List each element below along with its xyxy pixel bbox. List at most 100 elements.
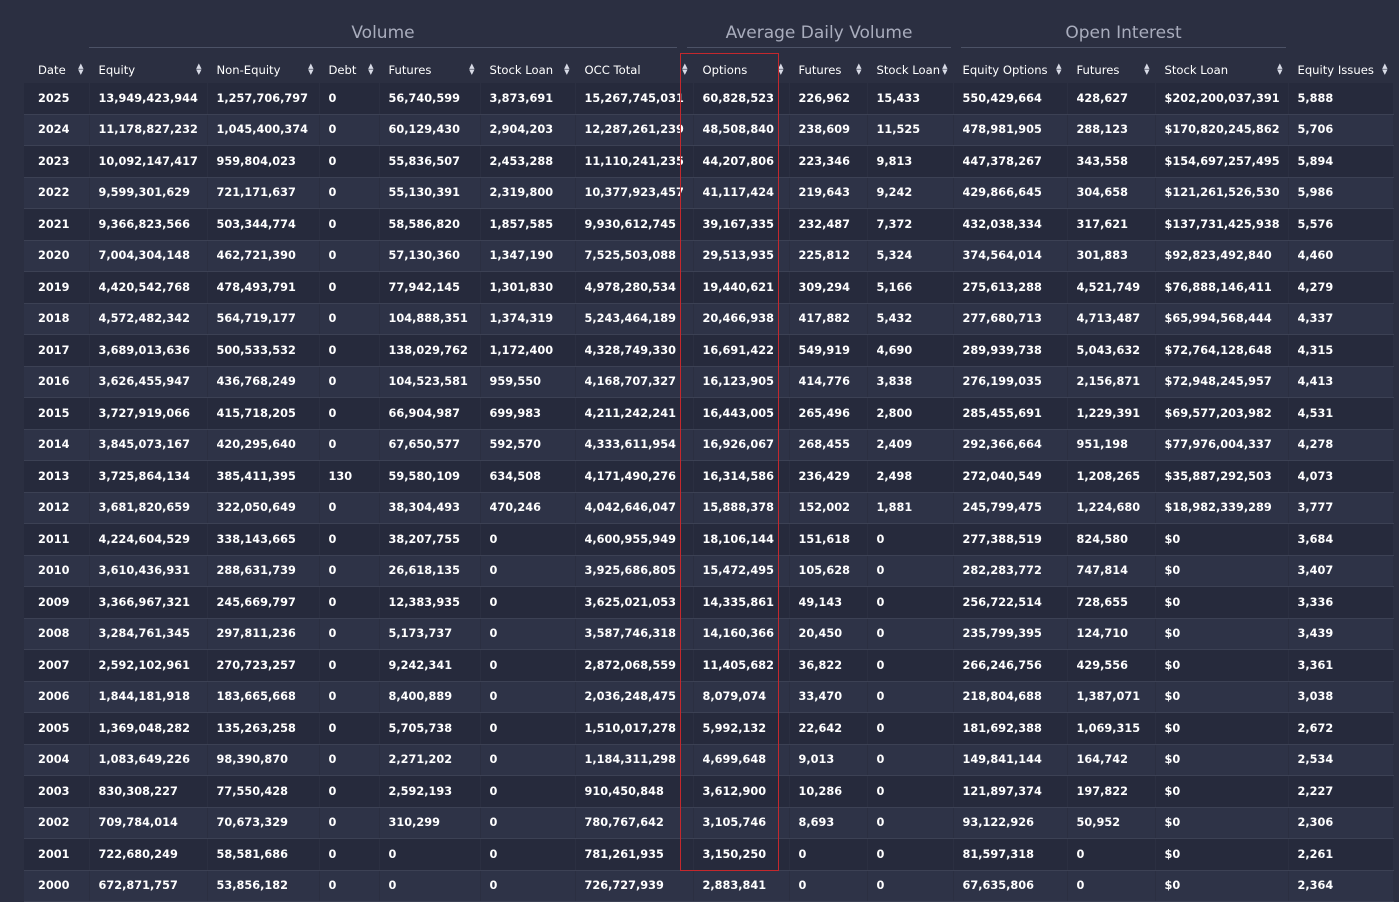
header-oi-stock-loan[interactable]: Stock Loan ▲ ▼ — [1155, 56, 1289, 83]
header-oi-equity-options[interactable]: Equity Options ▲ ▼ — [953, 56, 1068, 83]
cell-stock-loan: 0 — [480, 775, 576, 808]
cell-adv-stock-loan: 4,690 — [867, 334, 954, 367]
cell-non-equity: 135,263,258 — [207, 712, 320, 745]
cell-non-equity: 98,390,870 — [207, 744, 320, 776]
header-stock-loan[interactable]: Stock Loan ▲ ▼ — [480, 56, 576, 83]
cell-futures: 0 — [379, 838, 481, 871]
sort-icon[interactable]: ▲ ▼ — [942, 63, 947, 76]
cell-oi-stock-loan: $77,976,004,337 — [1155, 429, 1289, 461]
cell-non-equity: 183,665,668 — [207, 681, 320, 713]
header-futures[interactable]: Futures ▲ ▼ — [379, 56, 481, 83]
cell-occ-total: 726,727,939 — [575, 870, 694, 902]
cell-equity-issues: 3,439 — [1288, 618, 1394, 650]
cell-occ-total: 780,767,642 — [575, 807, 694, 839]
cell-futures: 2,592,193 — [379, 775, 481, 808]
cell-stock-loan: 959,550 — [480, 366, 576, 398]
cell-adv-futures: 268,455 — [789, 429, 868, 461]
cell-oi-futures: 124,710 — [1067, 618, 1156, 650]
cell-debt: 0 — [319, 523, 380, 556]
cell-equity: 3,610,436,931 — [89, 555, 208, 587]
sort-icon[interactable]: ▲ ▼ — [1144, 63, 1149, 76]
group-title-average-daily-volume: Average Daily Volume — [687, 23, 951, 48]
cell-equity: 4,224,604,529 — [89, 523, 208, 556]
cell-futures: 66,904,987 — [379, 397, 481, 430]
cell-occ-total: 3,625,021,053 — [575, 586, 694, 619]
cell-debt: 0 — [319, 114, 380, 146]
sort-icon[interactable]: ▲ ▼ — [78, 63, 83, 76]
cell-adv-options: 19,440,621 — [693, 271, 790, 304]
cell-adv-options: 15,472,495 — [693, 555, 790, 587]
cell-equity-issues: 4,531 — [1288, 397, 1394, 430]
sort-icon[interactable]: ▲ ▼ — [682, 63, 687, 76]
sort-icon[interactable]: ▲ ▼ — [368, 63, 373, 76]
cell-debt: 0 — [319, 83, 380, 115]
cell-stock-loan: 0 — [480, 649, 576, 682]
cell-debt: 0 — [319, 397, 380, 430]
cell-stock-loan: 699,983 — [480, 397, 576, 430]
cell-date: 2001 — [24, 838, 90, 871]
table-row: 2020 7,004,304,148 462,721,390 0 57,130,360 1… — [24, 240, 1394, 272]
cell-non-equity: 1,257,706,797 — [207, 83, 320, 115]
cell-oi-futures: 1,069,315 — [1067, 712, 1156, 745]
cell-adv-stock-loan: 2,800 — [867, 397, 954, 430]
header-equity-issues[interactable]: Equity Issues ▲ ▼ — [1288, 56, 1394, 83]
table-row: 2012 3,681,820,659 322,050,649 0 38,304,493 4… — [24, 492, 1394, 524]
cell-date: 2006 — [24, 681, 90, 713]
cell-adv-futures: 8,693 — [789, 807, 868, 839]
cell-oi-stock-loan: $0 — [1155, 586, 1289, 619]
cell-adv-futures: 151,618 — [789, 523, 868, 556]
header-adv-futures[interactable]: Futures ▲ ▼ — [789, 56, 868, 83]
cell-adv-stock-loan: 11,525 — [867, 114, 954, 146]
cell-equity-issues: 5,706 — [1288, 114, 1394, 146]
cell-oi-futures: 304,658 — [1067, 177, 1156, 209]
cell-futures: 104,523,581 — [379, 366, 481, 398]
header-date[interactable]: Date ▲ ▼ — [24, 56, 90, 83]
cell-date: 2024 — [24, 114, 90, 146]
table-row: 2013 3,725,864,134 385,411,395 130 59,580,10… — [24, 460, 1394, 493]
cell-adv-stock-loan: 15,433 — [867, 83, 954, 115]
sort-icon[interactable]: ▲ ▼ — [564, 63, 569, 76]
sort-icon[interactable]: ▲ ▼ — [856, 63, 861, 76]
cell-adv-options: 3,150,250 — [693, 838, 790, 871]
cell-adv-stock-loan: 0 — [867, 618, 954, 650]
header-occ-total[interactable]: OCC Total ▲ ▼ — [575, 56, 694, 83]
cell-stock-loan: 0 — [480, 744, 576, 776]
cell-adv-stock-loan: 3,838 — [867, 366, 954, 398]
header-adv-options[interactable]: Options ▲ ▼ — [693, 56, 790, 83]
cell-debt: 0 — [319, 838, 380, 871]
sort-icon[interactable]: ▲ ▼ — [1277, 63, 1282, 76]
cell-adv-options: 39,167,335 — [693, 208, 790, 241]
cell-adv-options: 3,105,746 — [693, 807, 790, 839]
cell-equity: 1,083,649,226 — [89, 744, 208, 776]
cell-oi-stock-loan: $18,982,339,289 — [1155, 492, 1289, 524]
cell-oi-stock-loan: $0 — [1155, 838, 1289, 871]
sort-icon[interactable]: ▲ ▼ — [469, 63, 474, 76]
header-oi-futures[interactable]: Futures ▲ ▼ — [1067, 56, 1156, 83]
cell-adv-stock-loan: 0 — [867, 744, 954, 776]
header-non-equity[interactable]: Non-Equity ▲ ▼ — [207, 56, 320, 83]
cell-oi-futures: 1,229,391 — [1067, 397, 1156, 430]
sort-icon[interactable]: ▲ ▼ — [196, 63, 201, 76]
cell-futures: 9,242,341 — [379, 649, 481, 682]
cell-occ-total: 7,525,503,088 — [575, 240, 694, 272]
cell-adv-options: 60,828,523 — [693, 83, 790, 115]
cell-occ-total: 1,510,017,278 — [575, 712, 694, 745]
sort-icon[interactable]: ▲ ▼ — [778, 63, 783, 76]
sort-icon[interactable]: ▲ ▼ — [1056, 63, 1061, 76]
cell-equity: 7,004,304,148 — [89, 240, 208, 272]
cell-oi-stock-loan: $0 — [1155, 712, 1289, 745]
cell-stock-loan: 0 — [480, 712, 576, 745]
cell-oi-stock-loan: $65,994,568,444 — [1155, 303, 1289, 335]
cell-date: 2013 — [24, 460, 90, 493]
cell-debt: 0 — [319, 870, 380, 902]
cell-oi-equity-options: 429,866,645 — [953, 177, 1068, 209]
cell-adv-stock-loan: 0 — [867, 586, 954, 619]
header-debt[interactable]: Debt ▲ ▼ — [319, 56, 380, 83]
table-row: 2006 1,844,181,918 183,665,668 0 8,400,889 0 2… — [24, 681, 1394, 713]
cell-oi-futures: 2,156,871 — [1067, 366, 1156, 398]
header-adv-stock-loan[interactable]: Stock Loan ▲ ▼ — [867, 56, 954, 83]
sort-icon[interactable]: ▲ ▼ — [308, 63, 313, 76]
header-equity[interactable]: Equity ▲ ▼ — [89, 56, 208, 83]
cell-non-equity: 322,050,649 — [207, 492, 320, 524]
sort-icon[interactable]: ▲ ▼ — [1382, 63, 1387, 76]
